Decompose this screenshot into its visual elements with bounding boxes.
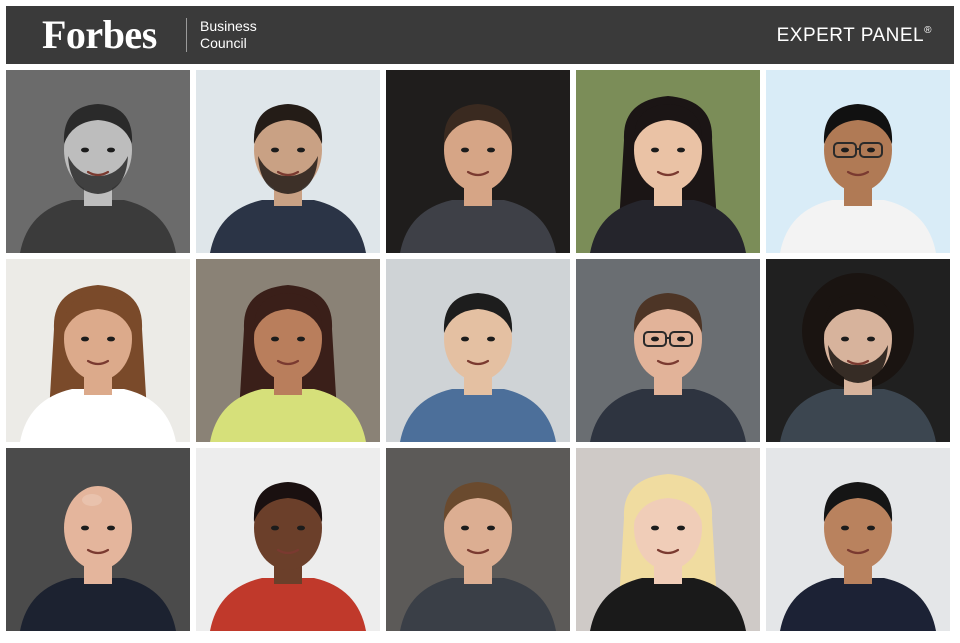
portrait-eye xyxy=(81,525,89,531)
expert-panel-label: EXPERT PANEL® xyxy=(777,25,932,47)
expert-portrait xyxy=(766,448,950,631)
forbes-logo: Forbes xyxy=(42,12,157,57)
portrait-eye xyxy=(651,525,659,531)
portrait-eye xyxy=(297,147,305,153)
portrait-eye xyxy=(271,336,279,342)
business-council-label: Business Council xyxy=(200,18,257,52)
portrait-photo xyxy=(6,259,190,442)
portrait-photo xyxy=(576,259,760,442)
portrait-eye xyxy=(487,336,495,342)
expert-portrait xyxy=(6,259,190,442)
council-label: Council xyxy=(200,35,247,51)
portrait-eye xyxy=(297,525,305,531)
portrait-eye xyxy=(81,147,89,153)
portrait-eye xyxy=(841,525,849,531)
portrait-photo xyxy=(6,70,190,253)
portrait-eye xyxy=(81,336,89,342)
expert-portrait-grid xyxy=(6,70,956,637)
portrait-photo xyxy=(576,70,760,253)
expert-portrait xyxy=(576,448,760,631)
portrait-photo xyxy=(386,448,570,631)
portrait-photo xyxy=(6,448,190,631)
forbes-header-bar: Forbes Business Council EXPERT PANEL® xyxy=(6,6,954,64)
portrait-eye xyxy=(107,336,115,342)
portrait-eye xyxy=(487,147,495,153)
portrait-eye xyxy=(487,525,495,531)
portrait-photo xyxy=(196,70,380,253)
portrait-eye xyxy=(271,147,279,153)
portrait-eye xyxy=(841,147,849,153)
portrait-eye xyxy=(867,147,875,153)
portrait-eye xyxy=(651,336,659,342)
expert-portrait xyxy=(576,70,760,253)
portrait-photo xyxy=(766,259,950,442)
expert-portrait xyxy=(766,259,950,442)
registered-mark: ® xyxy=(924,24,932,36)
portrait-eye xyxy=(677,525,685,531)
portrait-eye xyxy=(271,525,279,531)
expert-portrait xyxy=(196,70,380,253)
portrait-eye xyxy=(867,525,875,531)
portrait-head-shine xyxy=(82,494,102,506)
expert-portrait xyxy=(196,448,380,631)
portrait-photo xyxy=(196,448,380,631)
business-label: Business xyxy=(200,18,257,34)
expert-portrait xyxy=(6,448,190,631)
portrait-eye xyxy=(677,147,685,153)
portrait-eye xyxy=(297,336,305,342)
portrait-eye xyxy=(841,336,849,342)
expert-portrait xyxy=(6,70,190,253)
portrait-photo xyxy=(766,70,950,253)
expert-portrait xyxy=(386,259,570,442)
logo-divider xyxy=(186,18,187,52)
portrait-photo xyxy=(766,448,950,631)
portrait-eye xyxy=(107,525,115,531)
portrait-eye xyxy=(651,147,659,153)
expert-portrait xyxy=(386,70,570,253)
portrait-eye xyxy=(461,336,469,342)
portrait-photo xyxy=(196,259,380,442)
portrait-eye xyxy=(461,525,469,531)
portrait-eye xyxy=(107,147,115,153)
portrait-photo xyxy=(386,259,570,442)
portrait-photo xyxy=(576,448,760,631)
expert-panel-text: EXPERT PANEL xyxy=(776,25,925,46)
expert-portrait xyxy=(766,70,950,253)
portrait-photo xyxy=(386,70,570,253)
expert-portrait xyxy=(386,448,570,631)
expert-portrait xyxy=(196,259,380,442)
portrait-eye xyxy=(867,336,875,342)
expert-portrait xyxy=(576,259,760,442)
portrait-eye xyxy=(461,147,469,153)
portrait-eye xyxy=(677,336,685,342)
